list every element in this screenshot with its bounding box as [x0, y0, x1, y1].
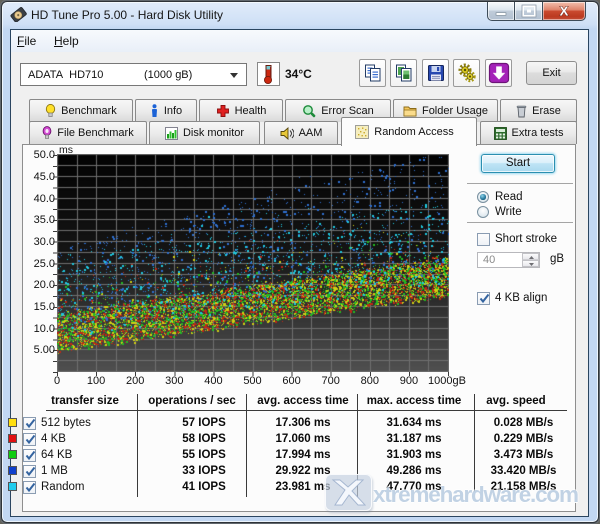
svg-text:X: X — [560, 4, 569, 19]
